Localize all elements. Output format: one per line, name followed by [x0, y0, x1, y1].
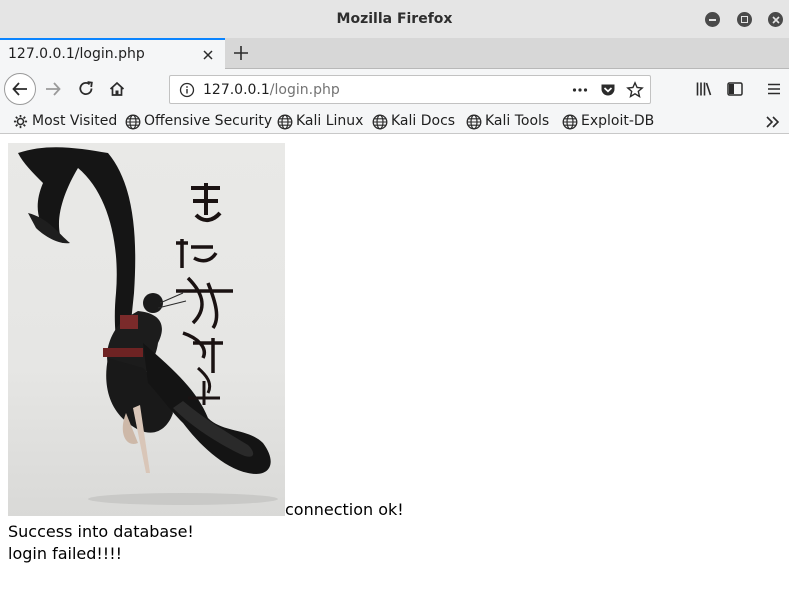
site-info-icon[interactable] — [179, 82, 195, 98]
menu-icon[interactable] — [765, 80, 783, 98]
home-icon[interactable] — [108, 80, 126, 98]
bookmark-label: Exploit-DB — [581, 113, 655, 129]
bookmark-label: Most Visited — [32, 113, 118, 129]
bookmark-kali-linux[interactable]: Kali Linux — [277, 112, 364, 132]
close-window-button[interactable] — [768, 12, 783, 27]
bookmark-label: Offensive Security — [144, 113, 273, 129]
tab-login[interactable]: 127.0.0.1/login.php — [0, 38, 225, 69]
library-icon[interactable] — [695, 80, 713, 98]
chevron-double-right-icon[interactable] — [764, 114, 782, 130]
status-message-login: login failed!!!! — [8, 544, 123, 563]
tab-strip: 127.0.0.1/login.php — [0, 38, 789, 69]
pocket-icon[interactable] — [599, 81, 617, 99]
sidebar-icon[interactable] — [726, 80, 744, 98]
page-actions-icon[interactable] — [571, 81, 589, 99]
window-title: Mozilla Firefox — [336, 11, 453, 27]
new-tab-icon[interactable] — [231, 43, 251, 63]
globe-icon — [125, 114, 141, 130]
close-tab-icon[interactable] — [201, 48, 215, 62]
desktop-corner-artifact: ◠ — [0, 0, 26, 8]
url-path: /login.php — [269, 82, 340, 98]
tab-label: 127.0.0.1/login.php — [8, 46, 145, 62]
close-icon — [771, 15, 780, 24]
back-arrow-icon — [12, 82, 27, 96]
bookmark-exploit-db[interactable]: Exploit-DB — [562, 112, 656, 132]
bookmark-label: Kali Linux — [296, 113, 364, 129]
address-bar[interactable]: 127.0.0.1/login.php — [169, 75, 651, 104]
page-content: connection ok! Success into database! lo… — [0, 135, 789, 610]
url-host: 127.0.0.1 — [203, 82, 270, 98]
window-titlebar: ◠ Mozilla Firefox — [0, 0, 789, 38]
globe-icon — [277, 114, 293, 130]
globe-icon — [562, 114, 578, 130]
bookmark-label: Kali Docs — [391, 113, 456, 129]
reload-icon[interactable] — [77, 80, 95, 98]
status-message-connection: connection ok! — [285, 500, 404, 519]
maximize-button[interactable] — [737, 12, 752, 27]
gear-icon — [13, 114, 28, 129]
bookmark-star-icon[interactable] — [626, 81, 644, 99]
url-text[interactable]: 127.0.0.1/login.php — [203, 82, 340, 98]
dancer-poster-image — [8, 143, 285, 516]
bookmark-kali-docs[interactable]: Kali Docs — [372, 112, 455, 132]
status-message-database: Success into database! — [8, 522, 194, 541]
bookmark-kali-tools[interactable]: Kali Tools — [466, 112, 551, 132]
navigation-toolbar: 127.0.0.1/login.php — [0, 69, 789, 109]
back-button[interactable] — [4, 73, 36, 105]
dancer-illustration — [18, 147, 278, 505]
forward-arrow-icon[interactable] — [44, 80, 62, 98]
bookmarks-toolbar: Most Visited Offensive Security Kali Lin… — [0, 109, 789, 134]
bookmark-label: Kali Tools — [485, 113, 550, 129]
bookmark-most-visited[interactable]: Most Visited — [13, 112, 118, 132]
globe-icon — [466, 114, 482, 130]
minimize-button[interactable] — [705, 12, 720, 27]
bookmark-offensive-security[interactable]: Offensive Security — [125, 112, 272, 132]
globe-icon — [372, 114, 388, 130]
